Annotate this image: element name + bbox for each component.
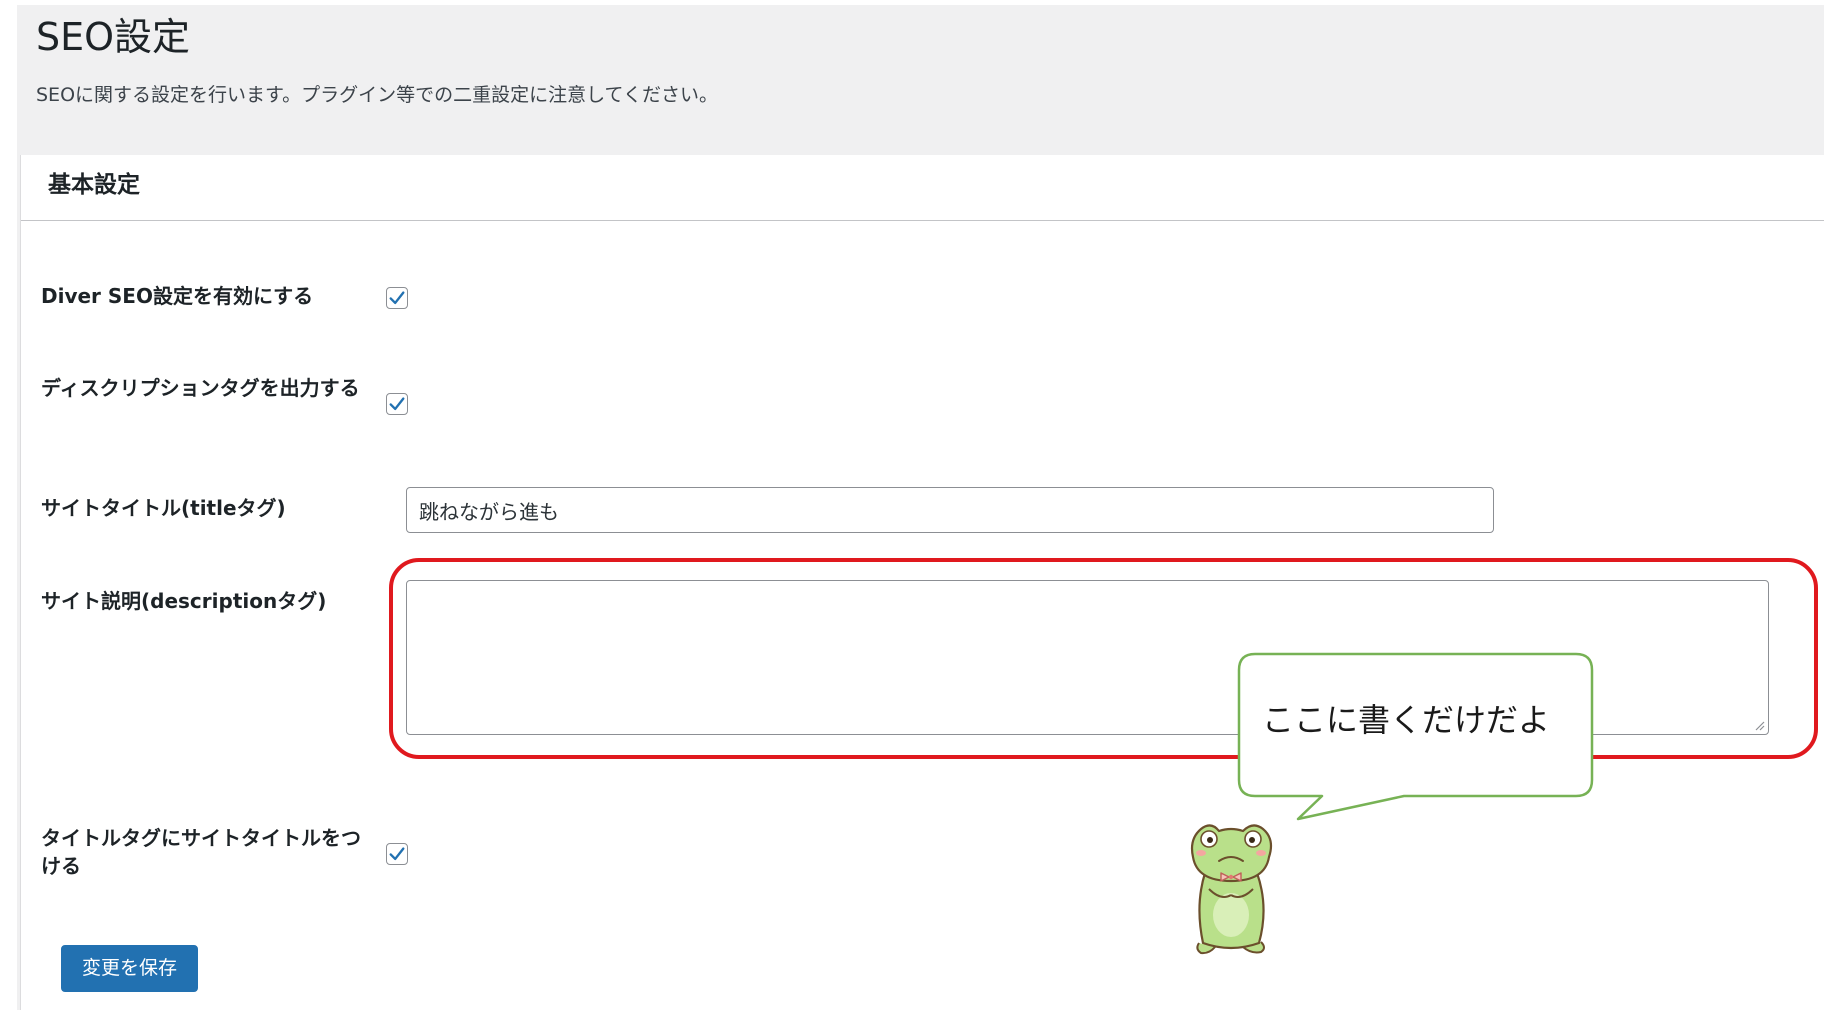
save-button[interactable]: 変更を保存 — [61, 945, 198, 992]
frog-mascot-icon — [1190, 824, 1273, 955]
form-layer: ここに書くだけだよ 変更を保存 — [20, 155, 1824, 1010]
page-description: SEOに関する設定を行います。プラグイン等での二重設定に注意してください。 — [36, 84, 718, 106]
resize-grip-icon[interactable] — [1753, 719, 1765, 731]
speech-bubble-text: ここに書くだけだよ — [1262, 701, 1551, 739]
page-title: SEO設定 — [36, 15, 191, 59]
site-title-input[interactable] — [406, 487, 1494, 533]
speech-bubble — [1237, 652, 1594, 821]
